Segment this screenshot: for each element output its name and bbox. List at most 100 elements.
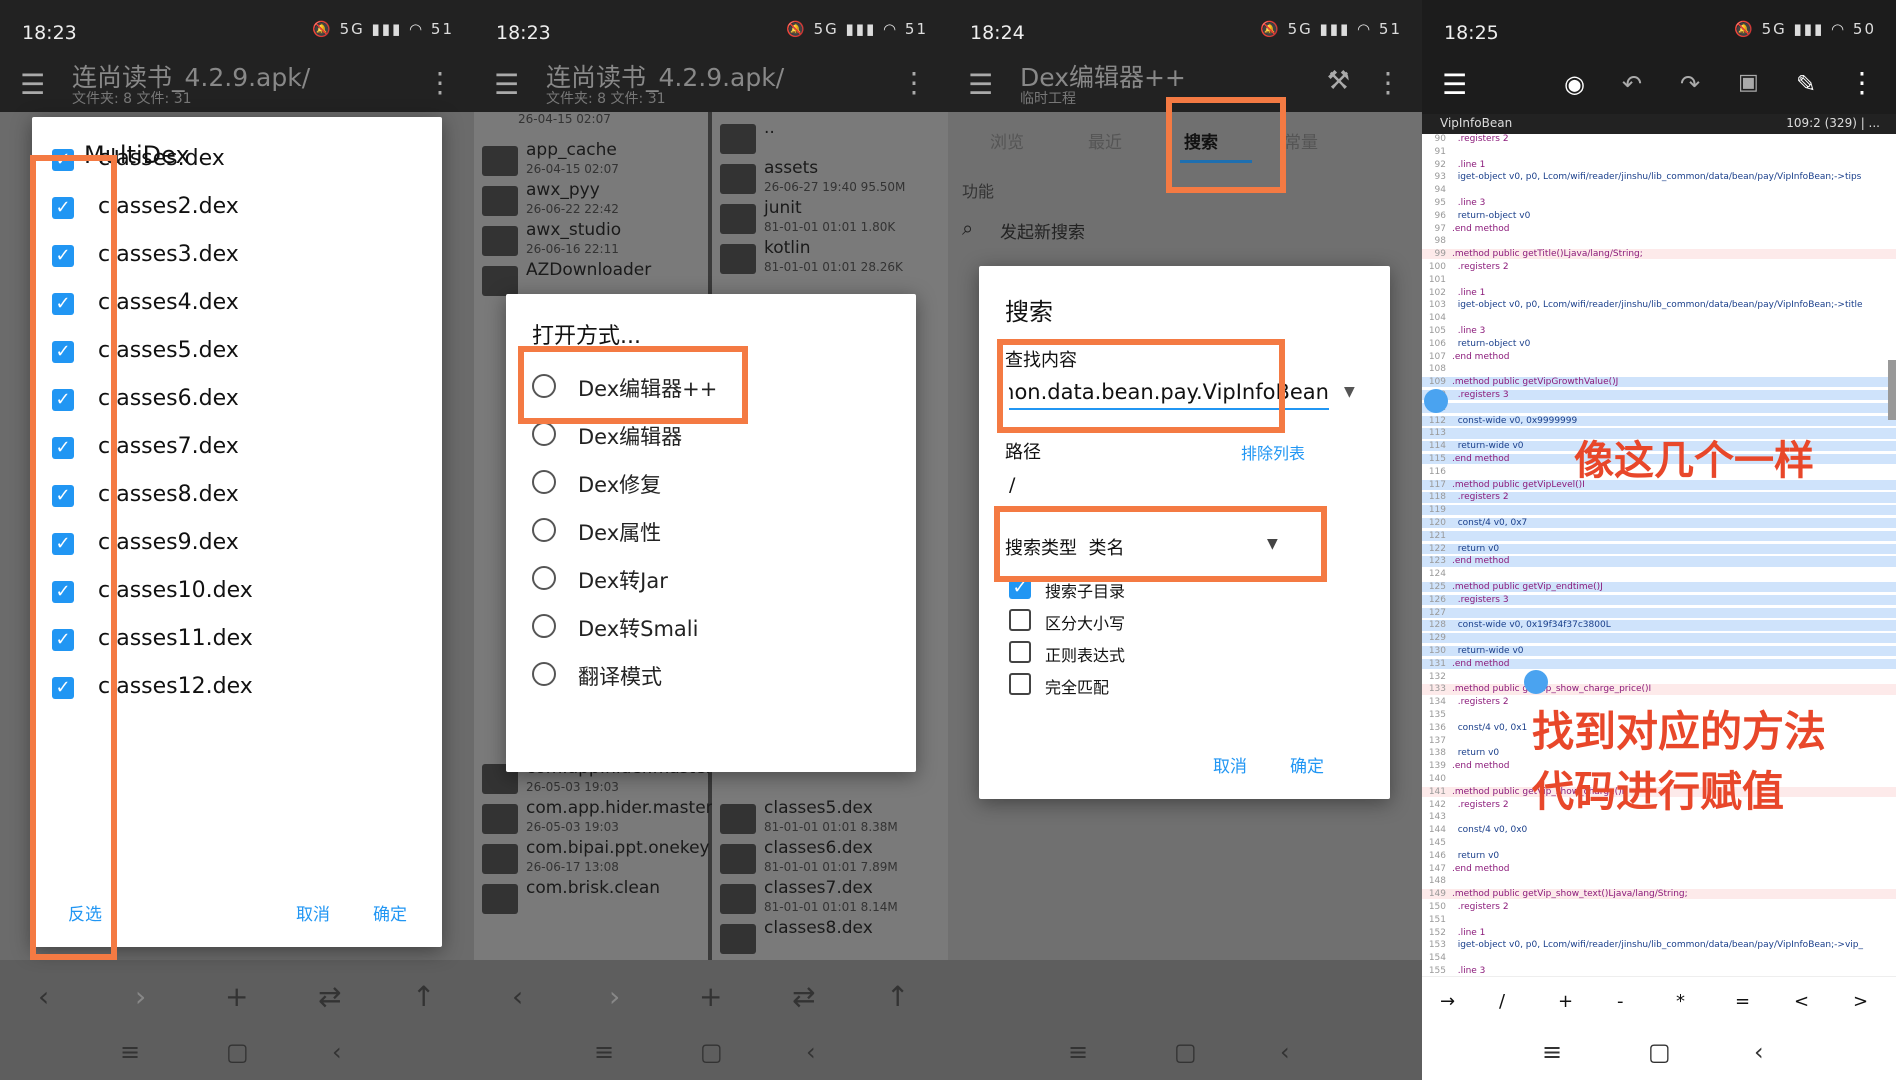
path-label: 路径 (1005, 442, 1041, 463)
more-options-icon[interactable]: ⋮ (426, 66, 454, 99)
symbol-key[interactable]: < (1794, 991, 1809, 1012)
bottom-toolbar: ≡ ▢ ‹ (948, 960, 1422, 1080)
code-line: 151 (1422, 915, 1896, 925)
hammer-icon[interactable]: ⚒ (1327, 66, 1350, 96)
add-icon[interactable]: + (225, 980, 248, 1013)
symbol-key[interactable]: + (1558, 991, 1573, 1012)
add-icon[interactable]: + (699, 980, 722, 1013)
more-options-icon[interactable]: ⋮ (1374, 66, 1402, 99)
line-number: 98 (1434, 236, 1446, 247)
new-search-item[interactable]: 发起新搜索 (1000, 218, 1085, 243)
open-with-option[interactable]: Dex转Jar (578, 565, 668, 595)
selection-handle-end[interactable] (1524, 670, 1548, 694)
edit-pencil-icon[interactable]: ✎ (1796, 70, 1816, 98)
checkbox-unchecked[interactable] (1009, 609, 1031, 631)
battery-level: 51 (1378, 20, 1402, 38)
code-text: iget-object v0, p0, Lcom/wifi/reader/jin… (1452, 300, 1863, 311)
line-number: 109 (1428, 377, 1446, 388)
undo-icon[interactable]: ↶ (1622, 70, 1642, 98)
radio-button[interactable] (532, 518, 556, 542)
save-icon[interactable]: ▣ (1738, 70, 1759, 95)
system-back-icon[interactable]: ‹ (806, 1038, 816, 1066)
tab-3[interactable]: 常量 (1284, 128, 1318, 153)
status-bar: 18:23 🔕 5G ▮▮▮ ◠ 51 (474, 0, 948, 58)
line-number: 117 (1428, 479, 1446, 490)
highlight-box-dex-editor-plus (518, 346, 748, 424)
forward-arrow-icon[interactable]: › (135, 980, 146, 1013)
hamburger-menu-icon[interactable]: ☰ (494, 68, 519, 101)
up-arrow-icon[interactable]: ↑ (886, 980, 909, 1013)
open-with-option[interactable]: 翻译模式 (578, 661, 662, 691)
section-label: 功能 (962, 182, 995, 201)
hamburger-menu-icon[interactable]: ☰ (968, 68, 993, 101)
back-arrow-icon[interactable]: ‹ (38, 980, 49, 1013)
radio-button[interactable] (532, 470, 556, 494)
radio-button[interactable] (532, 422, 556, 446)
more-options-icon[interactable]: ⋮ (900, 66, 928, 99)
forward-arrow-icon[interactable]: › (609, 980, 620, 1013)
file-row[interactable]: classes8.dex (712, 912, 948, 962)
status-icons: 🔕 5G ▮▮▮ ◠ 51 (786, 20, 928, 38)
compass-icon[interactable]: ◉ (1564, 70, 1585, 98)
redo-icon[interactable]: ↷ (1680, 70, 1700, 98)
hamburger-menu-icon[interactable]: ☰ (20, 68, 45, 101)
symbol-key[interactable]: / (1499, 991, 1505, 1012)
dex-file-label: classes5.dex (98, 338, 239, 363)
path-input[interactable]: / (1009, 474, 1015, 496)
checkbox-unchecked[interactable] (1009, 641, 1031, 663)
up-arrow-icon[interactable]: ↑ (412, 980, 435, 1013)
radio-button[interactable] (532, 566, 556, 590)
dropdown-arrow-icon[interactable]: ▼ (1344, 384, 1355, 400)
recents-icon[interactable]: ≡ (120, 1038, 140, 1066)
open-with-option[interactable]: Dex转Smali (578, 613, 698, 643)
system-back-icon[interactable]: ‹ (1280, 1038, 1290, 1066)
home-icon[interactable]: ▢ (226, 1038, 249, 1066)
code-line: 95 .line 3 (1422, 198, 1896, 208)
folder-icon (720, 244, 756, 274)
radio-button[interactable] (532, 662, 556, 686)
line-number: 122 (1428, 543, 1446, 554)
home-icon[interactable]: ▢ (700, 1038, 723, 1066)
selection-handle-start[interactable] (1424, 389, 1448, 413)
swap-icon[interactable]: ⇄ (792, 980, 815, 1013)
recents-icon[interactable]: ≡ (1542, 1038, 1562, 1066)
cancel-button[interactable]: 取消 (296, 900, 330, 925)
home-icon[interactable]: ▢ (1648, 1038, 1671, 1066)
checkbox-unchecked[interactable] (1009, 673, 1031, 695)
exclude-list-button[interactable]: 排除列表 (1241, 440, 1305, 464)
home-icon[interactable]: ▢ (1174, 1038, 1197, 1066)
open-with-option[interactable]: Dex编辑器 (578, 421, 682, 451)
ok-button[interactable]: 确定 (1290, 752, 1324, 777)
open-with-option[interactable]: Dex属性 (578, 517, 661, 547)
symbol-key[interactable]: - (1617, 991, 1624, 1012)
swap-icon[interactable]: ⇄ (318, 980, 341, 1013)
code-line: 97 .end method (1422, 224, 1896, 234)
ok-button[interactable]: 确定 (373, 900, 407, 925)
code-line: 91 (1422, 147, 1896, 157)
system-back-icon[interactable]: ‹ (1754, 1038, 1764, 1066)
hamburger-menu-icon[interactable]: ☰ (1442, 68, 1467, 101)
code-line: 112 const-wide v0, 0x9999999 (1422, 415, 1896, 426)
open-with-option[interactable]: Dex修复 (578, 469, 661, 499)
more-options-icon[interactable]: ⋮ (1848, 66, 1876, 99)
file-row[interactable]: com.brisk.clean (474, 872, 708, 922)
recents-icon[interactable]: ≡ (594, 1038, 614, 1066)
symbol-key[interactable]: > (1853, 991, 1868, 1012)
tab-1[interactable]: 最近 (1088, 128, 1122, 153)
file-row[interactable]: kotlin 81-01-01 01:01 28.26K (712, 232, 948, 282)
scrollbar[interactable] (1888, 360, 1896, 420)
code-area[interactable]: 90 .registers 2 91 92 .line 1 93 iget-objec… (1422, 134, 1896, 976)
code-text: .line 3 (1452, 966, 1486, 976)
status-time: 18:23 (22, 22, 77, 44)
symbol-key[interactable]: → (1440, 991, 1455, 1012)
recents-icon[interactable]: ≡ (1068, 1038, 1088, 1066)
symbol-key[interactable]: * (1676, 991, 1685, 1012)
code-line: 124 (1422, 569, 1896, 579)
symbol-key[interactable]: = (1735, 991, 1750, 1012)
back-arrow-icon[interactable]: ‹ (512, 980, 523, 1013)
system-back-icon[interactable]: ‹ (332, 1038, 342, 1066)
tab-0[interactable]: 浏览 (990, 128, 1024, 153)
radio-button[interactable] (532, 614, 556, 638)
panel-multidex: 18:23 🔕 5G ▮▮▮ ◠ 51 ☰ 连尚读书_4.2.9.apk/ 文件夹… (0, 0, 474, 1080)
cancel-button[interactable]: 取消 (1213, 752, 1247, 777)
